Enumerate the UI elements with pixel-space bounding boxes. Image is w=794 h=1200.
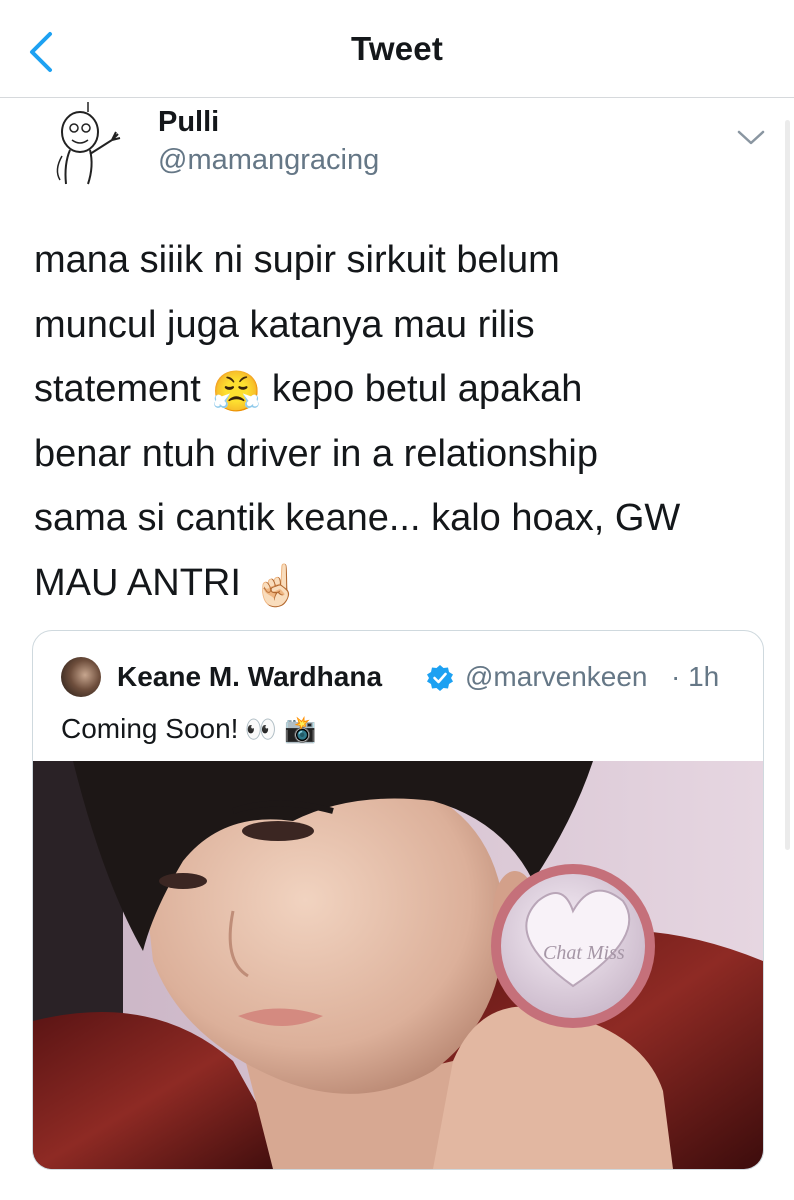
eyes-camera-emoji: 👀 📸 bbox=[244, 714, 317, 744]
tweet-line: muncul juga katanya mau rilis bbox=[34, 303, 535, 346]
angry-face-emoji: 😤 bbox=[211, 370, 262, 414]
tweet-line: kepo betul apakah bbox=[271, 368, 583, 410]
scroll-indicator[interactable] bbox=[785, 120, 790, 850]
tweet-line: statement bbox=[34, 368, 201, 410]
tweet-line: mana siiik ni supir sirkuit belum bbox=[34, 239, 560, 281]
tweet-line: MAU ANTRI bbox=[34, 561, 241, 604]
quoted-text: Coming Soon! bbox=[61, 713, 239, 744]
top-bar: Tweet bbox=[0, 0, 794, 98]
quoted-author-name: Keane M. Wardhana bbox=[117, 661, 383, 692]
quoted-author-handle: @marvenkeen bbox=[465, 661, 648, 692]
author-name[interactable]: Pulli bbox=[158, 106, 219, 139]
product-logo-text: Chat Miss bbox=[543, 942, 625, 964]
quoted-avatar[interactable] bbox=[61, 657, 101, 697]
tweet-text: mana siiik ni supir sirkuit belum muncul… bbox=[34, 228, 774, 615]
tweet-line: sama si cantik keane... kalo hoax, GW bbox=[34, 497, 681, 539]
more-options-button[interactable] bbox=[736, 126, 766, 150]
pointing-up-emoji: ☝🏻 bbox=[251, 563, 302, 608]
photo-illustration: Chat Miss bbox=[33, 761, 763, 1169]
author-handle[interactable]: @mamangracing bbox=[158, 144, 379, 177]
page-title: Tweet bbox=[350, 30, 444, 67]
quoted-timestamp: · 1h bbox=[671, 661, 720, 692]
avatar[interactable] bbox=[50, 100, 130, 190]
quoted-tweet-card[interactable]: Keane M. Wardhana @marvenkeen · 1h Comin… bbox=[32, 630, 764, 1170]
quoted-media-image[interactable]: Chat Miss bbox=[33, 761, 763, 1169]
quoted-tweet-text: Coming Soon! 👀 📸 bbox=[61, 713, 316, 745]
verified-badge-icon bbox=[427, 665, 453, 691]
chevron-down-icon bbox=[737, 130, 765, 145]
doodle-avatar-icon bbox=[56, 102, 121, 185]
tweet-line: benar ntuh driver in a relationship bbox=[34, 432, 599, 475]
